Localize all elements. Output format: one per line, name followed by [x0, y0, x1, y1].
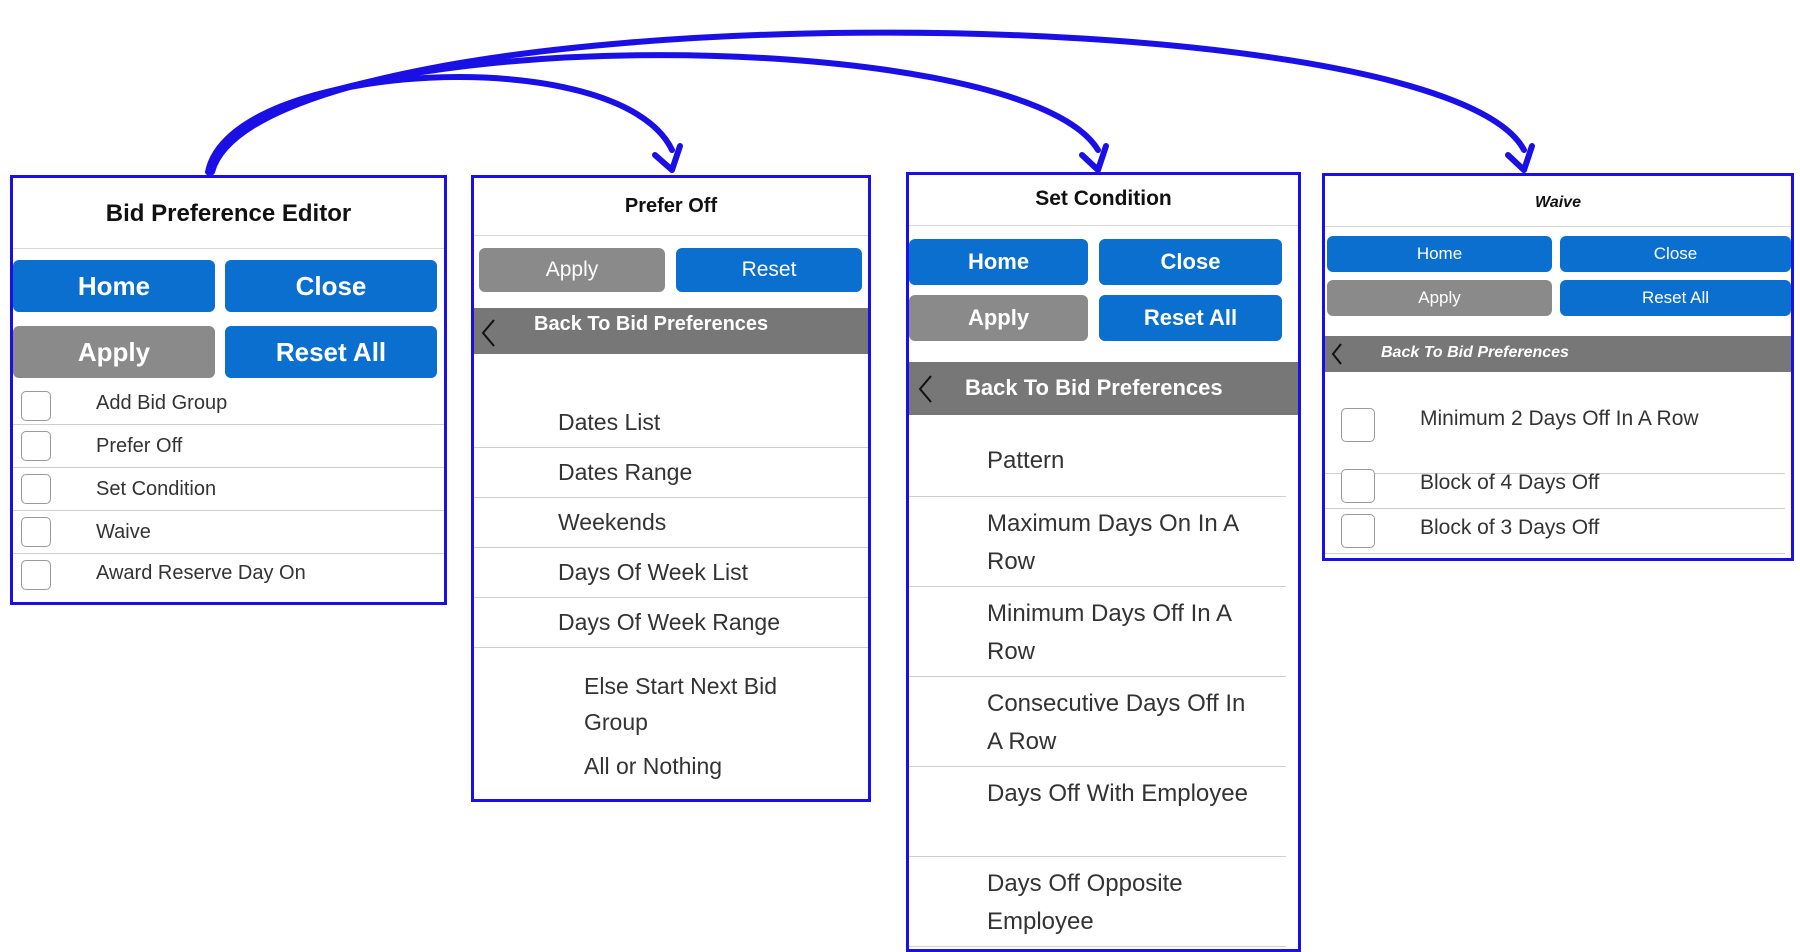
list-item-add-bid-group[interactable]: Add Bid Group: [13, 382, 444, 425]
list-item-label: Minimum Days Off In A Row: [987, 600, 1231, 665]
list-item-dates-list[interactable]: Dates List: [474, 398, 868, 448]
list-item-prefer-off[interactable]: Prefer Off: [13, 425, 444, 468]
list-item-label: Minimum 2 Days Off In A Row: [1420, 407, 1699, 430]
back-to-bid-preferences-bar[interactable]: Back To Bid Preferences: [1325, 336, 1791, 372]
chevron-left-icon: [481, 319, 495, 347]
home-button[interactable]: Home: [13, 260, 215, 312]
list-item-waive[interactable]: Waive: [13, 511, 444, 554]
checkbox[interactable]: [1341, 514, 1375, 548]
list-item-label: Days Of Week List: [558, 559, 749, 585]
list-item-label: Pattern: [987, 447, 1065, 474]
list-item-label: Days Off Opposite Employee: [987, 870, 1183, 935]
bid-preference-editor-panel: Bid Preference Editor Home Close Apply R…: [10, 175, 447, 605]
close-button[interactable]: Close: [1099, 239, 1282, 285]
checkbox[interactable]: [21, 517, 51, 547]
list-item-label: Add Bid Group: [96, 392, 228, 414]
set-condition-panel: Set Condition Home Close Apply Reset All…: [906, 172, 1301, 952]
arrow-to-waive: [209, 29, 1527, 175]
reset-button[interactable]: Reset: [676, 248, 862, 292]
list-item-weekends[interactable]: Weekends: [474, 498, 868, 548]
list-item-consecutive-days-off[interactable]: Consecutive Days Off In A Row: [909, 677, 1286, 767]
list-item-label: Prefer Off: [96, 435, 183, 457]
page-title: Prefer Off: [624, 195, 718, 217]
list-item-label: Dates Range: [558, 459, 693, 485]
list-item-label: Weekends: [558, 509, 667, 535]
list-item-label: Block of 4 Days Off: [1420, 471, 1600, 494]
list-item-days-off-with-employee[interactable]: Days Off With Employee: [909, 767, 1286, 857]
list-item-label: Waive: [96, 521, 151, 543]
apply-button[interactable]: Apply: [479, 248, 665, 292]
home-button[interactable]: Home: [1327, 236, 1552, 272]
list-item-award-reserve-day-on[interactable]: Award Reserve Day On: [13, 554, 444, 597]
list-item-days-of-week-list[interactable]: Days Of Week List: [474, 548, 868, 598]
checkbox[interactable]: [21, 560, 51, 590]
list-item-all-or-nothing[interactable]: All or Nothing: [584, 753, 722, 780]
list-item-block-of-4-days-off[interactable]: Block of 4 Days Off: [1325, 464, 1785, 509]
page-title: Set Condition: [1035, 187, 1172, 210]
apply-button[interactable]: Apply: [909, 295, 1088, 341]
list-item-block-of-3-days-off[interactable]: Block of 3 Days Off: [1325, 509, 1785, 554]
waive-panel: Waive Home Close Apply Reset All Back To…: [1322, 173, 1794, 561]
checkbox[interactable]: [21, 391, 51, 421]
reset-all-button[interactable]: Reset All: [1099, 295, 1282, 341]
list-item-label: Block of 3 Days Off: [1420, 516, 1600, 539]
arrow-to-set-condition: [207, 52, 1101, 175]
list-item-label: Days Of Week Range: [558, 609, 781, 635]
apply-button[interactable]: Apply: [13, 326, 215, 378]
list-item-minimum-days-off[interactable]: Minimum Days Off In A Row: [909, 587, 1286, 677]
arrowhead-prefer-off: [652, 143, 683, 173]
prefer-off-panel: Prefer Off Apply Reset Back To Bid Prefe…: [471, 175, 871, 802]
list-item-label: Award Reserve Day On: [96, 562, 306, 584]
reset-all-button[interactable]: Reset All: [225, 326, 437, 378]
list-item-label: Dates List: [558, 409, 661, 435]
list-item-label: Set Condition: [96, 478, 217, 500]
apply-button[interactable]: Apply: [1327, 280, 1552, 316]
list-item-label: Maximum Days On In A Row: [987, 510, 1238, 575]
list-item-set-condition[interactable]: Set Condition: [13, 468, 444, 511]
back-label: Back To Bid Preferences: [1381, 344, 1569, 361]
list-item-dates-range[interactable]: Dates Range: [474, 448, 868, 498]
list-item-days-of-week-range[interactable]: Days Of Week Range: [474, 598, 868, 648]
close-button[interactable]: Close: [225, 260, 437, 312]
list-item-label: Days Off With Employee: [987, 780, 1248, 807]
checkbox[interactable]: [1341, 408, 1375, 442]
home-button[interactable]: Home: [909, 239, 1088, 285]
back-label: Back To Bid Preferences: [965, 375, 1223, 400]
arrowhead-set-condition: [1079, 143, 1109, 173]
list-item-else-start-next-bid-group[interactable]: Else Start Next Bid Group: [584, 668, 824, 740]
chevron-left-icon: [918, 375, 932, 403]
arrowhead-waive: [1505, 143, 1535, 173]
back-to-bid-preferences-bar[interactable]: Back To Bid Preferences: [474, 308, 868, 354]
arrow-to-prefer-off: [205, 74, 675, 175]
page-title: Waive: [1535, 194, 1581, 211]
checkbox[interactable]: [21, 431, 51, 461]
reset-all-button[interactable]: Reset All: [1560, 280, 1791, 316]
list-item-maximum-days-on[interactable]: Maximum Days On In A Row: [909, 497, 1286, 587]
checkbox[interactable]: [21, 474, 51, 504]
close-button[interactable]: Close: [1560, 236, 1791, 272]
list-item-pattern[interactable]: Pattern: [909, 437, 1286, 497]
back-to-bid-preferences-bar[interactable]: Back To Bid Preferences: [909, 362, 1298, 415]
chevron-left-icon: [1331, 343, 1342, 365]
list-item-minimum-2-days-off[interactable]: Minimum 2 Days Off In A Row: [1325, 394, 1785, 474]
back-label: Back To Bid Preferences: [534, 313, 769, 335]
list-item-label: Consecutive Days Off In A Row: [987, 690, 1246, 755]
page-title: Bid Preference Editor: [105, 200, 352, 227]
list-item-days-off-opposite-employee[interactable]: Days Off Opposite Employee: [909, 857, 1286, 947]
checkbox[interactable]: [1341, 469, 1375, 503]
